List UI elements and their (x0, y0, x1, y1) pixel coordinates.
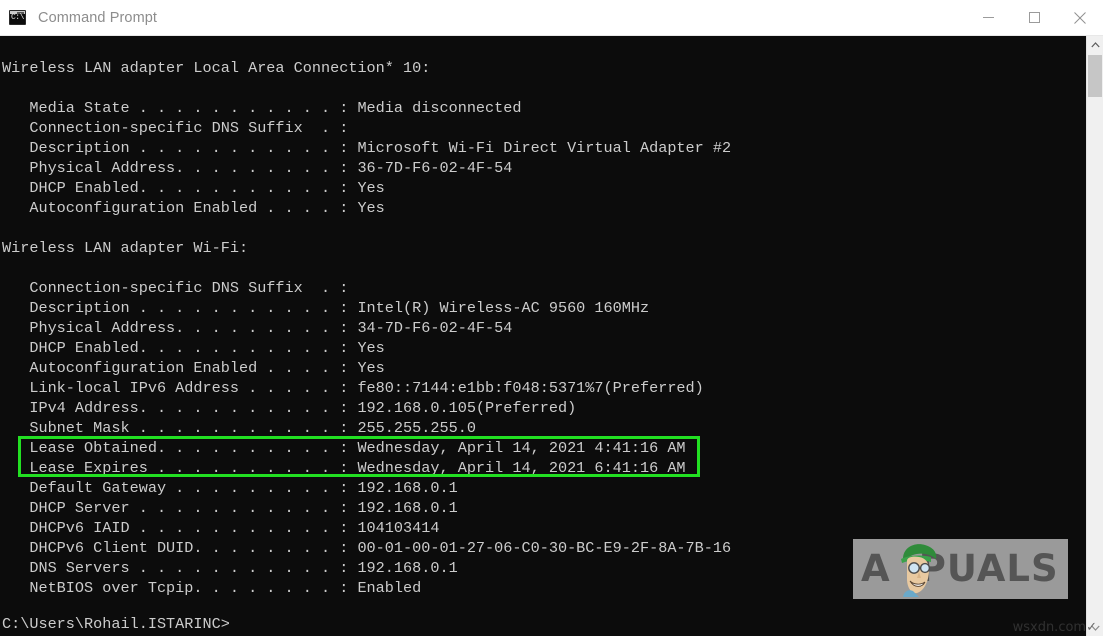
source-watermark-check: ✓ (1086, 620, 1097, 635)
source-watermark-text: wsxdn.com (1012, 620, 1087, 635)
titlebar-left-group: C:\ Command Prompt (0, 10, 965, 26)
icon-prompt-text: C:\ (11, 13, 24, 22)
command-prompt-line: C:\Users\Rohail.ISTARINC> (2, 615, 230, 633)
ipconfig-output: Wireless LAN adapter Local Area Connecti… (2, 59, 732, 597)
source-watermark: wsxdn.com✓ (1013, 620, 1097, 635)
close-button[interactable] (1057, 0, 1103, 36)
window-controls (965, 0, 1103, 36)
command-prompt-icon[interactable]: C:\ (9, 10, 26, 25)
appuals-wordmark-prefix: A (861, 547, 891, 590)
window-titlebar[interactable]: C:\ Command Prompt (0, 0, 1103, 36)
scroll-thumb[interactable] (1088, 55, 1102, 97)
appuals-wordmark: APPUALS (861, 546, 1059, 591)
appuals-mascot-icon (901, 544, 937, 597)
scroll-up-arrow-icon[interactable] (1087, 36, 1103, 53)
appuals-watermark: APPUALS (853, 539, 1068, 599)
vertical-scrollbar[interactable] (1086, 36, 1103, 636)
command-prompt-window: C:\ Command Prompt Wireless LAN adapter … (0, 0, 1103, 636)
minimize-button[interactable] (965, 0, 1011, 36)
window-title: Command Prompt (38, 9, 158, 26)
maximize-button[interactable] (1011, 0, 1057, 36)
